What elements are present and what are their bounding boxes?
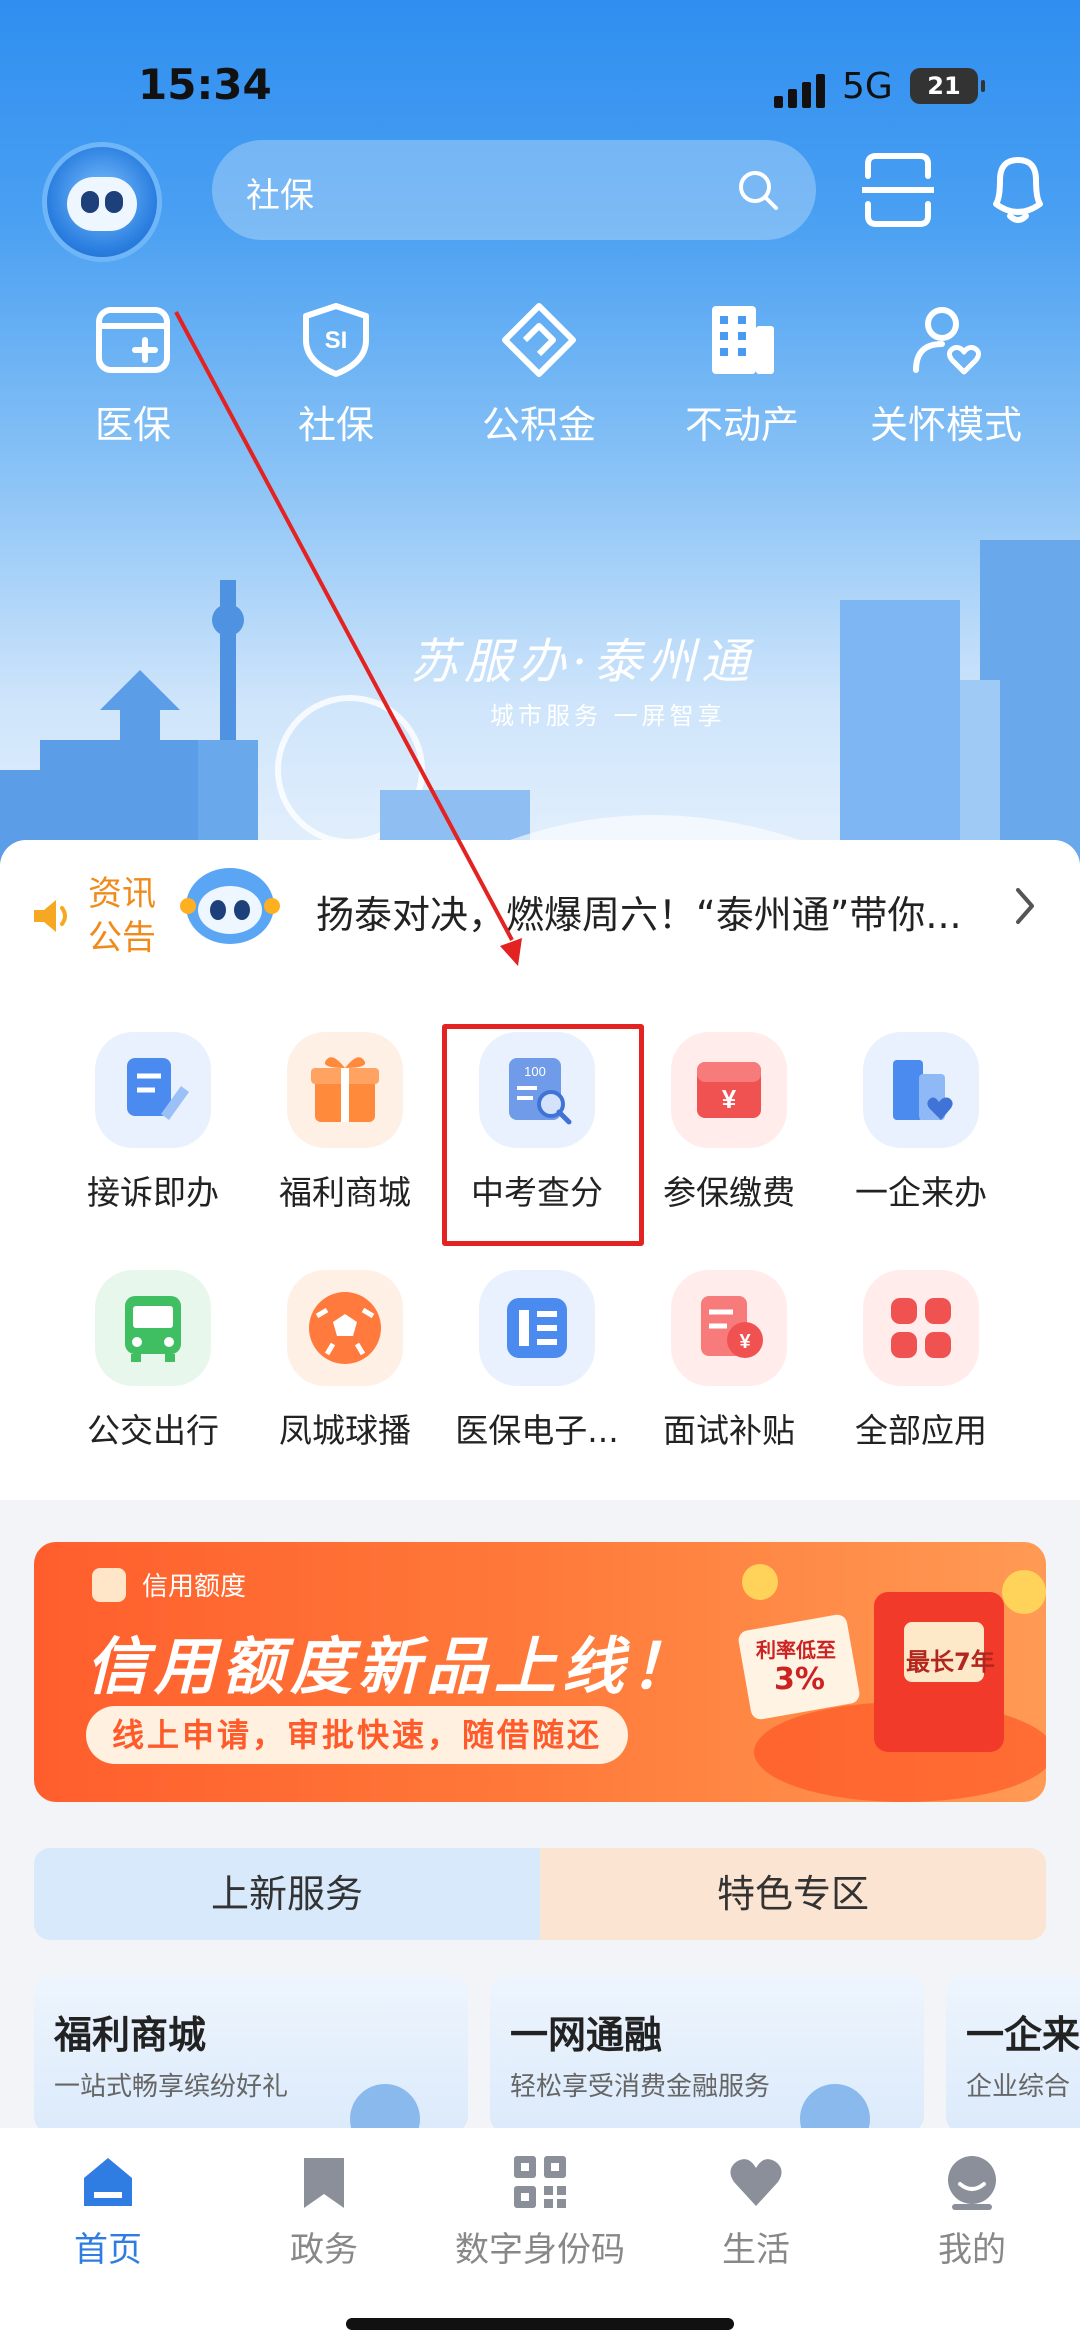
tab-new-services[interactable]: 上新服务 — [34, 1848, 540, 1940]
app-label: 医保电子... — [455, 1411, 619, 1450]
badge-rate-label: 利率低至 — [756, 1638, 836, 1662]
banner-title: 信用额度新品上线！ — [86, 1630, 699, 1703]
nav-home[interactable]: 首页 — [0, 2140, 216, 2271]
svg-text:¥: ¥ — [739, 1331, 751, 1353]
app-label: 公交出行 — [87, 1411, 219, 1450]
bus-icon — [95, 1270, 211, 1386]
annotation-arrow — [174, 311, 522, 966]
credit-icon — [92, 1568, 126, 1602]
nav-label: 我的 — [938, 2230, 1006, 2270]
profile-icon — [948, 2156, 996, 2210]
app-label: 全部应用 — [855, 1411, 987, 1450]
card-subtitle: 企业综合 — [966, 2072, 1071, 2102]
gift-icon — [350, 2084, 420, 2134]
yen-coin-icon — [800, 2084, 870, 2134]
football-icon — [287, 1270, 403, 1386]
nav-life[interactable]: 生活 — [648, 2140, 864, 2271]
banner-tag: 信用额度 — [142, 1572, 247, 1602]
app-label: 接诉即办 — [87, 1173, 219, 1212]
service-card[interactable]: 一企来 企业综合 — [946, 1974, 1080, 2134]
app-label: 凤城球播 — [279, 1411, 411, 1450]
nav-digital-id[interactable]: 数字身份码 — [432, 2140, 648, 2271]
nav-label: 首页 — [74, 2230, 142, 2270]
bookmark-icon — [304, 2158, 344, 2208]
app-label: 福利商城 — [279, 1173, 411, 1212]
nav-label: 生活 — [722, 2230, 790, 2270]
card-title: 一企来 — [966, 2013, 1080, 2057]
app-medical-ecard[interactable]: 医保电子... — [441, 1270, 633, 1452]
card-title: 一网通融 — [510, 2013, 663, 2057]
svg-text:¥: ¥ — [722, 1084, 737, 1114]
app-label: 一企来办 — [855, 1173, 987, 1212]
e-card-icon — [479, 1270, 595, 1386]
qr-code-icon — [514, 2156, 566, 2208]
app-label: 面试补贴 — [663, 1411, 795, 1450]
badge-term: 最长7年 — [906, 1648, 995, 1676]
card-title: 福利商城 — [54, 2013, 207, 2057]
service-tabs: 上新服务 特色专区 — [34, 1848, 1046, 1940]
heart-icon — [730, 2159, 782, 2206]
app-bus-travel[interactable]: 公交出行 — [57, 1270, 249, 1452]
service-card[interactable]: 福利商城 一站式畅享缤纷好礼 — [34, 1974, 468, 2134]
home-indicator[interactable] — [346, 2318, 734, 2330]
service-card[interactable]: 一网通融 轻松享受消费金融服务 — [490, 1974, 924, 2134]
badge-rate-value: 3% — [774, 1662, 825, 1697]
banner-subtitle: 线上申请，审批快速，随借随还 — [86, 1706, 629, 1764]
app-all-apps[interactable]: 全部应用 — [825, 1270, 1017, 1452]
bottom-nav: 首页 政务 数字身份码 生活 我的 — [0, 2128, 1080, 2348]
red-envelope-illustration — [738, 1564, 1046, 1802]
tab-featured-zone[interactable]: 特色专区 — [540, 1848, 1046, 1940]
all-apps-icon — [863, 1270, 979, 1386]
subsidy-icon: ¥ — [671, 1270, 787, 1386]
app-football-live[interactable]: 凤城球播 — [249, 1270, 441, 1452]
app-interview-subsidy[interactable]: ¥ 面试补贴 — [633, 1270, 825, 1452]
nav-mine[interactable]: 我的 — [864, 2140, 1080, 2271]
page: 15:34 5G 21 社保 医保 SI 社保 公积金 不动产 关怀模式 苏服办… — [0, 0, 1080, 2348]
credit-promo-banner[interactable]: 信用额度 信用额度新品上线！ 线上申请，审批快速，随借随还 利率低至 3% 最长… — [34, 1542, 1046, 1802]
card-subtitle: 一站式畅享缤纷好礼 — [54, 2072, 289, 2102]
app-label: 参保缴费 — [663, 1173, 795, 1212]
nav-government[interactable]: 政务 — [216, 2140, 432, 2271]
home-icon — [84, 2158, 132, 2206]
card-subtitle: 轻松享受消费金融服务 — [510, 2072, 771, 2102]
nav-label: 政务 — [290, 2230, 358, 2270]
nav-label: 数字身份码 — [455, 2230, 625, 2270]
